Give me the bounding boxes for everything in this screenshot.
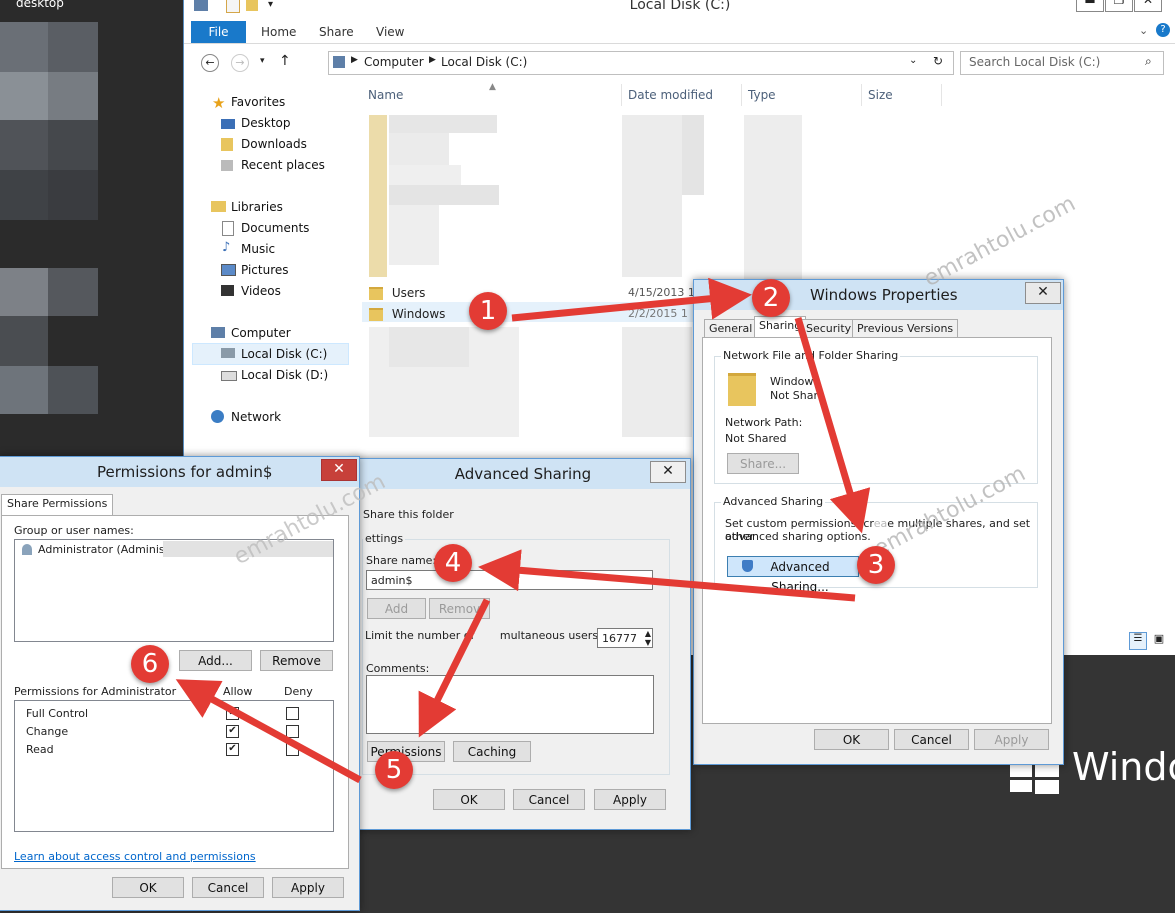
step-badge-1: 1 — [469, 292, 507, 330]
arrow-2-to-3 — [794, 317, 871, 534]
arrow-3-to-4 — [478, 549, 856, 602]
step-badge-2: 2 — [752, 279, 790, 317]
step-badge-4: 4 — [434, 544, 472, 582]
step-badge-3: 3 — [857, 546, 895, 584]
tutorial-arrows — [175, 277, 871, 784]
step-badge-6: 6 — [131, 645, 169, 683]
arrow-5-to-6 — [175, 679, 362, 784]
step-badge-5: 5 — [375, 751, 413, 789]
arrow-1-to-2 — [511, 277, 752, 322]
arrow-4-to-5 — [418, 598, 491, 738]
